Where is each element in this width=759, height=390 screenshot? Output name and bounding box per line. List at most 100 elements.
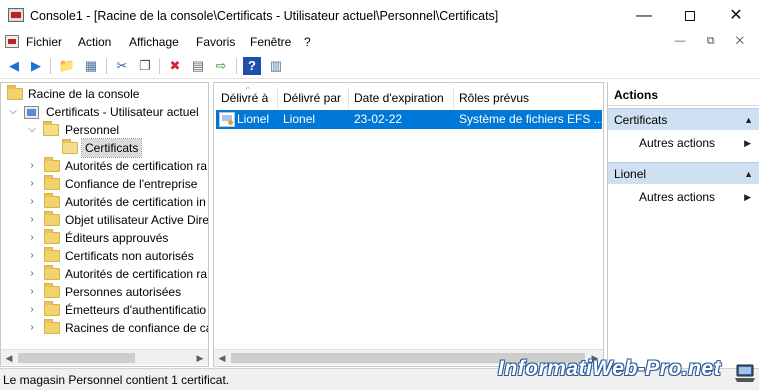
column-header-issued-by[interactable]: Délivré par (278, 87, 349, 109)
scroll-right-icon[interactable]: ▶ (192, 350, 208, 366)
tree-node-store[interactable]: › Émetteurs d'authentificatio (1, 301, 208, 319)
show-hide-tree-icon[interactable]: ▦ (82, 57, 100, 75)
tree-node-personnel[interactable]: ⌵ Personnel (1, 121, 208, 139)
tree-node-store[interactable]: › Certificats non autorisés (1, 247, 208, 265)
status-text: Le magasin Personnel contient 1 certific… (3, 373, 230, 387)
sort-ascending-icon: ^ (246, 87, 250, 94)
title-bar: Console1 - [Racine de la console\Certifi… (0, 0, 759, 32)
tree-node-store[interactable]: › Racines de confiance de ca (1, 319, 208, 337)
delete-icon[interactable]: ✖ (166, 57, 184, 75)
tree-node-store[interactable]: › Confiance de l'entreprise (1, 175, 208, 193)
certificate-row[interactable]: Lionel Lionel 23-02-22 Système de fichie… (216, 110, 602, 129)
scrollbar-thumb[interactable] (18, 353, 135, 363)
window-title: Console1 - [Racine de la console\Certifi… (30, 9, 499, 23)
actions-pane-title: Actions (608, 84, 759, 106)
close-button[interactable]: ✕ (713, 0, 759, 32)
tree-node-label: Autorités de certification ra (65, 159, 208, 173)
menu-fenetre[interactable]: Fenêtre (250, 35, 291, 49)
submenu-arrow-icon: ▶ (744, 138, 751, 148)
up-folder-icon[interactable]: 📁 (58, 57, 76, 75)
export-icon[interactable]: ⇨ (212, 57, 230, 75)
folder-icon (44, 319, 60, 334)
menu-action[interactable]: Action (78, 35, 111, 49)
expand-chevron-icon[interactable]: › (27, 211, 37, 229)
certificate-snapin-icon (24, 106, 39, 119)
action-item-label: Autres actions (639, 136, 716, 150)
expand-chevron-icon[interactable]: › (27, 319, 37, 337)
expand-chevron-icon[interactable]: › (27, 301, 37, 319)
toolbar-separator (106, 58, 107, 74)
collapse-triangle-icon[interactable]: ▲ (744, 163, 753, 185)
expand-chevron-icon[interactable]: › (27, 193, 37, 211)
maximize-button[interactable] (667, 0, 713, 32)
show-hide-action-pane-icon[interactable]: ▥ (267, 57, 285, 75)
back-arrow-icon[interactable]: ◀ (5, 57, 23, 75)
action-more-actions[interactable]: Autres actions ▶ (639, 133, 759, 153)
tree-node-label: Racines de confiance de ca (65, 321, 209, 335)
watermark-logo: InformatiWeb-Pro.net (498, 357, 722, 380)
column-header-label: Délivré à (221, 91, 269, 105)
expand-chevron-icon[interactable]: › (27, 265, 37, 283)
tree-node-label: Autorités de certification ra (65, 267, 208, 281)
folder-icon (44, 301, 60, 316)
toolbar-separator (236, 58, 237, 74)
document-system-menu-icon[interactable] (5, 35, 19, 48)
expand-chevron-icon[interactable]: › (27, 175, 37, 193)
menu-affichage[interactable]: Affichage (129, 35, 179, 49)
properties-icon[interactable]: ▤ (189, 57, 207, 75)
tree-node-store[interactable]: › Éditeurs approuvés (1, 229, 208, 247)
mmc-app-icon[interactable] (8, 8, 24, 22)
action-group-certificats[interactable]: Certificats ▲ (608, 108, 759, 130)
console-tree[interactable]: Racine de la console ⌵ Certificats - Uti… (0, 82, 209, 367)
tree-node-root[interactable]: Racine de la console (1, 85, 208, 103)
folder-icon (44, 157, 60, 172)
cell-issued-to: Lionel (237, 112, 270, 126)
expand-chevron-icon[interactable]: › (27, 157, 37, 175)
collapse-chevron-icon[interactable]: ⌵ (8, 103, 18, 121)
expand-chevron-icon[interactable]: › (27, 283, 37, 301)
column-header-issued-to[interactable]: ^ Délivré à (216, 87, 278, 109)
tree-node-store[interactable]: › Objet utilisateur Active Dire (1, 211, 208, 229)
column-header-roles[interactable]: Rôles prévus (454, 87, 602, 109)
column-header-expiration[interactable]: Date d'expiration (349, 87, 454, 109)
minimize-button[interactable]: — (621, 0, 667, 32)
expand-chevron-icon[interactable]: › (27, 229, 37, 247)
tree-node-label: Objet utilisateur Active Dire (65, 213, 209, 227)
scroll-left-icon[interactable]: ◀ (1, 350, 17, 366)
laptop-logo-icon (735, 364, 755, 382)
folder-icon (44, 265, 60, 280)
menu-favoris[interactable]: Favoris (196, 35, 235, 49)
tree-node-store[interactable]: › Personnes autorisées (1, 283, 208, 301)
folder-open-icon (43, 121, 59, 136)
tree-node-store[interactable]: › Autorités de certification in (1, 193, 208, 211)
certificate-icon (219, 112, 235, 127)
tree-node-label: Certificats (80, 138, 143, 158)
tree-node-snapin[interactable]: ⌵ Certificats - Utilisateur actuel (1, 103, 208, 121)
action-group-lionel[interactable]: Lionel ▲ (608, 162, 759, 184)
action-group-label: Lionel (614, 167, 647, 181)
tree-node-label: Personnel (65, 123, 120, 137)
toolbar-separator (159, 58, 160, 74)
action-more-actions[interactable]: Autres actions ▶ (639, 187, 759, 207)
menu-bar: Fichier Action Affichage Favoris Fenêtre… (0, 32, 759, 52)
folder-open-icon (62, 139, 78, 154)
tree-node-certificats[interactable]: Certificats (1, 138, 208, 158)
tree-node-label: Certificats non autorisés (65, 249, 194, 263)
tree-node-store[interactable]: › Autorités de certification ra (1, 265, 208, 283)
scroll-left-icon[interactable]: ◀ (214, 350, 230, 366)
cut-icon[interactable]: ✂ (113, 57, 131, 75)
copy-icon[interactable]: ❐ (136, 57, 154, 75)
tree-horizontal-scrollbar[interactable]: ◀ ▶ (1, 349, 208, 365)
expand-chevron-icon[interactable]: › (27, 247, 37, 265)
menu-help[interactable]: ? (304, 35, 311, 49)
menu-fichier[interactable]: Fichier (26, 35, 62, 49)
result-list[interactable]: ^ Délivré à Délivré par Date d'expiratio… (213, 82, 604, 367)
cell-issued-by: Lionel (283, 112, 316, 126)
mdi-child-controls[interactable]: — ⧉ ✕ (675, 35, 753, 48)
cell-roles: Système de fichiers EFS ... (459, 112, 602, 126)
help-icon[interactable]: ? (243, 57, 261, 75)
collapse-triangle-icon[interactable]: ▲ (744, 109, 753, 131)
collapse-chevron-icon[interactable]: ⌵ (27, 121, 37, 139)
forward-arrow-icon[interactable]: ▶ (27, 57, 45, 75)
tree-node-store[interactable]: › Autorités de certification ra (1, 157, 208, 175)
